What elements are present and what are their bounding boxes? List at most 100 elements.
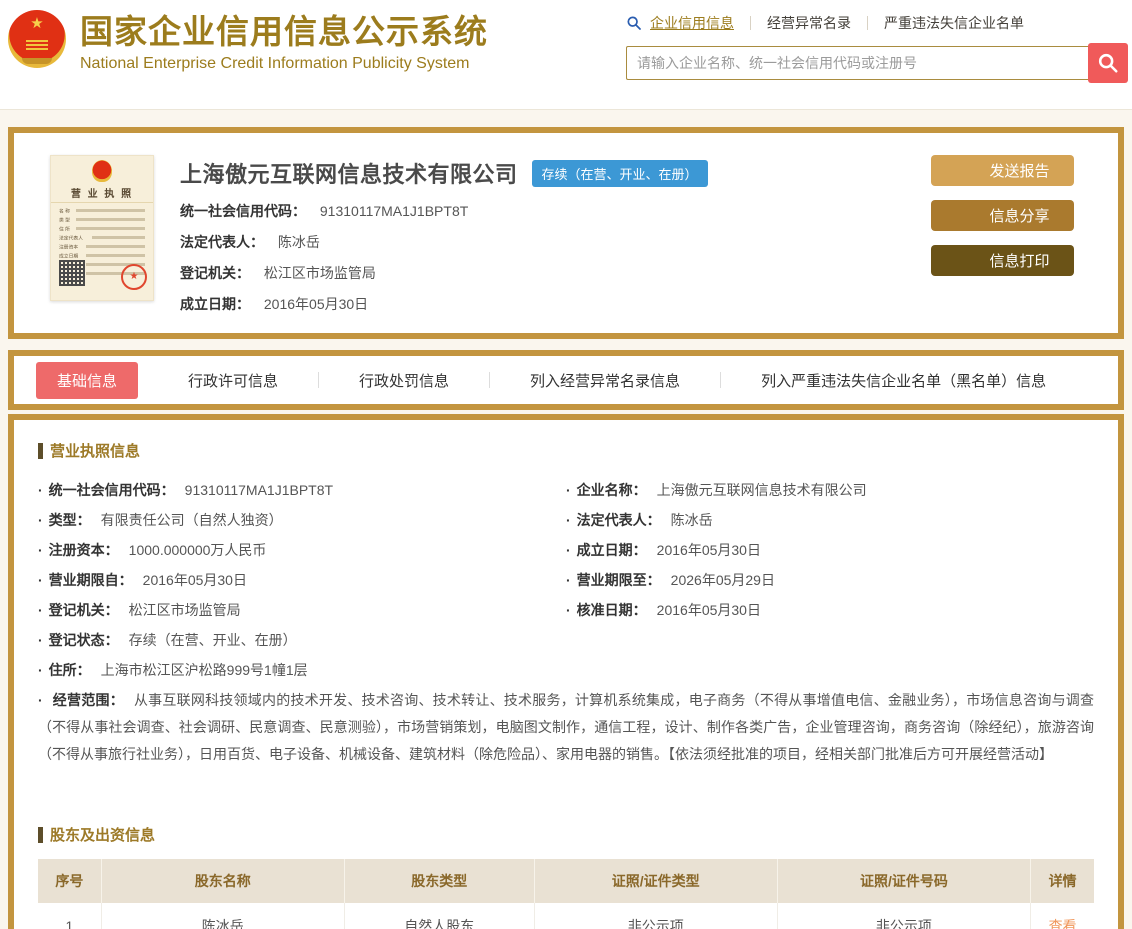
tab-serious-violation-blacklist[interactable]: 列入严重违法失信企业名单（黑名单）信息 bbox=[721, 370, 1086, 391]
field-registered-capital: 注册资本： 1000.000000万人民币 bbox=[38, 535, 566, 565]
share-info-button[interactable]: 信息分享 bbox=[931, 200, 1074, 231]
nav-link-serious-violation-list[interactable]: 严重违法失信企业名单 bbox=[884, 13, 1024, 33]
license-row-label: 类 型 bbox=[59, 218, 70, 224]
tabs-card: 基础信息 行政许可信息 行政处罚信息 列入经营异常名录信息 列入严重违法失信企业… bbox=[8, 350, 1124, 410]
shareholder-table: 序号 股东名称 股东类型 证照/证件类型 证照/证件号码 详情 1 陈冰岳 自然… bbox=[38, 859, 1094, 929]
nav-divider bbox=[750, 16, 751, 30]
field-label: 营业期限至： bbox=[576, 572, 661, 588]
field-label: 类型： bbox=[48, 512, 91, 528]
field-value: 陈冰岳 bbox=[277, 234, 320, 250]
field-value: 松江区市场监管局 bbox=[263, 265, 376, 281]
tab-abnormal-operations[interactable]: 列入经营异常名录信息 bbox=[490, 370, 720, 391]
nav-link-abnormal-operations-list[interactable]: 经营异常名录 bbox=[767, 13, 851, 33]
license-row-label: 法定代表人 bbox=[59, 236, 84, 242]
site-subtitle: National Enterprise Credit Information P… bbox=[80, 54, 470, 72]
cell-cert-type: 非公示项 bbox=[534, 903, 778, 929]
field-label: 成立日期： bbox=[576, 542, 647, 558]
field-term-from: 营业期限自： 2016年05月30日 bbox=[38, 565, 566, 595]
license-title: 营 业 执 照 bbox=[51, 185, 153, 203]
company-field-credit-code: 统一社会信用代码： 91310117MA1J1BPT8T bbox=[180, 201, 931, 220]
field-label: 企业名称： bbox=[576, 482, 647, 498]
field-label: 法定代表人： bbox=[180, 234, 264, 250]
field-label: 统一社会信用代码： bbox=[48, 482, 175, 498]
tab-administrative-license[interactable]: 行政许可信息 bbox=[148, 370, 318, 391]
license-fields: 统一社会信用代码： 91310117MA1J1BPT8T 类型： 有限责任公司（自然… bbox=[38, 475, 1094, 685]
send-report-button[interactable]: 发送报告 bbox=[931, 155, 1074, 186]
field-value: 松江区市场监管局 bbox=[128, 602, 241, 618]
cell-cert-number: 非公示项 bbox=[777, 903, 1032, 929]
field-value: 91310117MA1J1BPT8T bbox=[319, 203, 469, 219]
field-label: 住所： bbox=[48, 662, 91, 678]
field-business-scope: 经营范围：从事互联网科技领域内的技术开发、技术咨询、技术转让、技术服务，计算机系… bbox=[38, 687, 1094, 768]
section-bar bbox=[38, 442, 43, 459]
field-value: 1000.000000万人民币 bbox=[128, 542, 267, 558]
section-header-shareholders: 股东及出资信息 bbox=[38, 824, 1094, 845]
search-bar bbox=[626, 43, 1128, 83]
nav-link-enterprise-credit-info[interactable]: 企业信用信息 bbox=[650, 13, 734, 33]
field-registration-status: 登记状态： 存续（在营、开业、在册） bbox=[38, 625, 566, 655]
business-license-image: 营 业 执 照 名 称 类 型 住 所 法定代表人 注册资本 成立日期 营业期限… bbox=[50, 155, 154, 301]
section-title: 股东及出资信息 bbox=[50, 827, 156, 844]
cell-detail: 查看 bbox=[1030, 903, 1094, 929]
action-buttons: 发送报告 信息分享 信息打印 bbox=[931, 155, 1074, 313]
search-button[interactable] bbox=[1088, 43, 1128, 83]
license-row-label: 住 所 bbox=[59, 227, 70, 233]
field-company-name: 企业名称： 上海傲元互联网信息技术有限公司 bbox=[566, 475, 1094, 505]
company-name: 上海傲元互联网信息技术有限公司 bbox=[180, 162, 518, 187]
field-label: 统一社会信用代码： bbox=[180, 203, 306, 219]
print-info-button[interactable]: 信息打印 bbox=[931, 245, 1074, 276]
company-field-registration-authority: 登记机关： 松江区市场监管局 bbox=[180, 263, 931, 282]
site-title: 国家企业信用信息公示系统 bbox=[80, 13, 488, 50]
search-input[interactable] bbox=[626, 46, 1088, 80]
field-label: 注册资本： bbox=[48, 542, 119, 558]
license-qr-code bbox=[59, 260, 85, 286]
field-value: 2016年05月30日 bbox=[142, 572, 247, 588]
license-row-label: 注册资本 bbox=[59, 245, 79, 251]
national-emblem-logo: ★ bbox=[8, 10, 66, 68]
tab-basic-info[interactable]: 基础信息 bbox=[36, 361, 139, 399]
table-row: 1 陈冰岳 自然人股东 非公示项 非公示项 查看 bbox=[38, 903, 1094, 929]
field-label: 法定代表人： bbox=[576, 512, 661, 528]
col-cert-type: 证照/证件类型 bbox=[534, 859, 778, 903]
section-bar bbox=[38, 826, 43, 843]
license-red-seal-icon: ★ bbox=[121, 264, 147, 290]
title-block: 国家企业信用信息公示系统 National Enterprise Credit … bbox=[80, 8, 488, 73]
field-label: 核准日期： bbox=[576, 602, 647, 618]
company-summary-card: 营 业 执 照 名 称 类 型 住 所 法定代表人 注册资本 成立日期 营业期限… bbox=[8, 127, 1124, 339]
field-value: 陈冰岳 bbox=[670, 512, 713, 528]
field-label: 经营范围： bbox=[52, 692, 124, 708]
company-field-establish-date: 成立日期： 2016年05月30日 bbox=[180, 294, 931, 313]
site-header: ★ 国家企业信用信息公示系统 National Enterprise Credi… bbox=[0, 0, 1132, 110]
field-value: 从事互联网科技领域内的技术开发、技术咨询、技术转让、技术服务，计算机系统集成，电… bbox=[38, 692, 1095, 762]
license-row-label: 成立日期 bbox=[59, 254, 79, 260]
field-value: 91310117MA1J1BPT8T bbox=[184, 482, 334, 498]
field-label: 登记机关： bbox=[48, 602, 119, 618]
col-shareholder-name: 股东名称 bbox=[101, 859, 345, 903]
section-title: 营业执照信息 bbox=[50, 443, 141, 460]
view-detail-link[interactable]: 查看 bbox=[1049, 918, 1077, 929]
tab-administrative-penalty[interactable]: 行政处罚信息 bbox=[319, 370, 489, 391]
license-fields-right: 企业名称： 上海傲元互联网信息技术有限公司 法定代表人： 陈冰岳 成立日期： 2016… bbox=[566, 475, 1094, 685]
cell-index: 1 bbox=[38, 903, 102, 929]
page: ★ 国家企业信用信息公示系统 National Enterprise Credi… bbox=[0, 0, 1132, 929]
field-company-type: 类型： 有限责任公司（自然人独资） bbox=[38, 505, 566, 535]
field-term-to: 营业期限至： 2026年05月29日 bbox=[566, 565, 1094, 595]
field-registration-authority: 登记机关： 松江区市场监管局 bbox=[38, 595, 566, 625]
field-value: 上海傲元互联网信息技术有限公司 bbox=[656, 482, 867, 498]
header-search-area: 企业信用信息 经营异常名录 严重违法失信企业名单 bbox=[626, 8, 1128, 83]
field-label: 成立日期： bbox=[180, 296, 250, 312]
field-address: 住所： 上海市松江区沪松路999号1幢1层 bbox=[38, 655, 566, 685]
field-legal-rep: 法定代表人： 陈冰岳 bbox=[566, 505, 1094, 535]
emblem-base bbox=[22, 58, 52, 64]
col-cert-number: 证照/证件号码 bbox=[777, 859, 1032, 903]
license-emblem-icon bbox=[92, 160, 112, 182]
company-field-legal-rep: 法定代表人： 陈冰岳 bbox=[180, 232, 931, 251]
field-label: 登记状态： bbox=[48, 632, 119, 648]
nav-divider bbox=[867, 16, 868, 30]
field-credit-code: 统一社会信用代码： 91310117MA1J1BPT8T bbox=[38, 475, 566, 505]
field-value: 2026年05月29日 bbox=[670, 572, 775, 588]
field-label: 营业期限自： bbox=[48, 572, 133, 588]
license-row-label: 名 称 bbox=[59, 209, 70, 215]
col-detail: 详情 bbox=[1030, 859, 1094, 903]
company-info: 上海傲元互联网信息技术有限公司 存续（在营、开业、在册） 统一社会信用代码： 9… bbox=[180, 149, 931, 313]
